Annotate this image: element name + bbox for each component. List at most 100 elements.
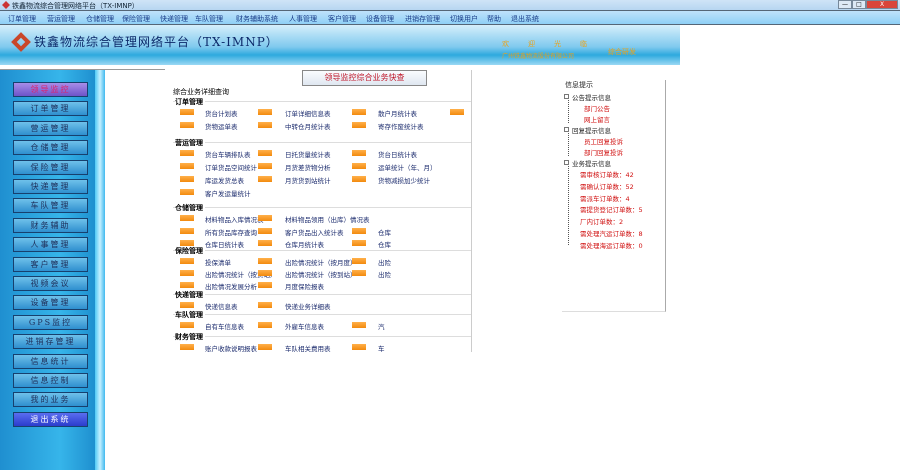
tree-item[interactable]: 需派车订单数：4 [580, 193, 630, 203]
report-icon[interactable] [258, 163, 272, 169]
sidebar-item[interactable]: 财务辅助 [13, 217, 88, 233]
report-link[interactable]: 仓库月统计表 [285, 239, 324, 249]
report-icon[interactable] [352, 322, 366, 328]
tree-item[interactable]: 部门公告 [584, 103, 610, 113]
report-icon[interactable] [180, 302, 194, 308]
report-icon[interactable] [180, 163, 194, 169]
sidebar-item[interactable]: 设备管理 [13, 295, 88, 311]
sidebar-item[interactable]: 保险管理 [13, 159, 88, 175]
report-icon[interactable] [180, 215, 194, 221]
report-icon[interactable] [258, 344, 272, 350]
report-link[interactable]: 所有货品库存查询 [205, 227, 257, 237]
report-link[interactable]: 月度保险报表 [285, 281, 324, 291]
sidebar-item[interactable]: 信息统计 [13, 353, 88, 369]
report-icon[interactable] [352, 240, 366, 246]
sidebar-item[interactable]: 领导监控 [13, 82, 88, 97]
report-icon[interactable] [352, 150, 366, 156]
menu-item[interactable]: 设备管理 [366, 14, 394, 24]
report-link[interactable]: 货物运单表 [205, 121, 238, 131]
tree-group[interactable]: 回复提示信息 [572, 125, 611, 135]
sidebar-item[interactable]: 车队管理 [13, 198, 88, 214]
report-link[interactable]: 自有车信息表 [205, 321, 244, 331]
menu-item[interactable]: 切换用户 [450, 14, 478, 24]
sidebar-item[interactable]: 营运管理 [13, 120, 88, 136]
report-link[interactable]: 货台日统计表 [378, 149, 417, 159]
report-link[interactable]: 外雇车信息表 [285, 321, 324, 331]
report-icon[interactable] [258, 109, 272, 115]
menu-item[interactable]: 财务辅助系统 [236, 14, 278, 24]
minimize-button[interactable]: — [838, 0, 852, 9]
report-icon[interactable] [352, 270, 366, 276]
report-link[interactable]: 货物减损加少统计 [378, 175, 430, 185]
report-link[interactable]: 仓库日统计表 [205, 239, 244, 249]
sidebar-item[interactable]: 订单管理 [13, 101, 88, 117]
sidebar-item[interactable]: 快递管理 [13, 179, 88, 194]
report-icon[interactable] [180, 258, 194, 264]
report-icon[interactable] [352, 163, 366, 169]
report-icon[interactable] [258, 282, 272, 288]
report-link[interactable]: 客户货品出入统计表 [285, 227, 344, 237]
sidebar-item[interactable]: GPS监控 [13, 314, 88, 330]
report-icon[interactable] [180, 322, 194, 328]
report-icon[interactable] [258, 240, 272, 246]
report-link[interactable]: 快递信息表 [205, 301, 238, 311]
report-link[interactable]: 运单统计（年、月） [378, 162, 437, 172]
sidebar-item[interactable]: 信息控制 [13, 373, 88, 388]
report-link[interactable]: 散户月统计表 [378, 108, 417, 118]
sidebar-item[interactable]: 进销存管理 [13, 334, 88, 350]
report-icon[interactable] [258, 227, 272, 234]
menu-item[interactable]: 帮助 [487, 14, 501, 24]
menu-item[interactable]: 订单管理 [8, 14, 36, 24]
sidebar-item[interactable]: 退出系统 [13, 411, 88, 427]
report-icon[interactable] [180, 109, 194, 115]
tree-item[interactable]: 需处理汽运订单数：8 [580, 228, 643, 238]
report-icon[interactable] [180, 176, 194, 182]
report-icon[interactable] [450, 109, 464, 115]
report-link[interactable]: 仓库 [378, 239, 391, 249]
report-link[interactable]: 出险情况发展分析 [205, 281, 257, 291]
report-icon[interactable] [258, 270, 272, 276]
tree-group[interactable]: 业务提示信息 [572, 158, 611, 168]
tree-item[interactable]: 需审核订单数：42 [580, 169, 634, 179]
tree-item[interactable]: 需确认订单数：52 [580, 181, 634, 191]
tree-item[interactable]: 网上留言 [584, 114, 610, 124]
menu-item[interactable]: 进销存管理 [405, 14, 440, 24]
tree-toggle-icon[interactable] [564, 160, 569, 165]
menu-item[interactable]: 仓储管理 [86, 14, 114, 24]
tree-toggle-icon[interactable] [564, 94, 569, 99]
menu-item[interactable]: 保险管理 [122, 14, 150, 24]
report-link[interactable]: 出险 [378, 269, 391, 279]
report-icon[interactable] [258, 176, 272, 182]
tree-group[interactable]: 公告提示信息 [572, 92, 611, 102]
report-link[interactable]: 汽 [378, 321, 385, 331]
report-icon[interactable] [180, 282, 194, 288]
tree-toggle-icon[interactable] [564, 127, 569, 132]
maximize-button[interactable]: □ [852, 0, 866, 9]
report-icon[interactable] [180, 150, 194, 156]
menu-item[interactable]: 客户管理 [328, 14, 356, 24]
report-link[interactable]: 中转仓月统计表 [285, 121, 331, 131]
report-link[interactable]: 仓库 [378, 227, 391, 237]
report-link[interactable]: 材料物品入库情况表 [205, 214, 264, 224]
report-link[interactable]: 月货货到站统计 [285, 175, 331, 185]
report-icon[interactable] [352, 176, 366, 182]
close-button[interactable]: X [866, 0, 898, 9]
menu-item[interactable]: 人事管理 [289, 14, 317, 24]
report-link[interactable]: 月货差货物分析 [285, 162, 331, 172]
report-link[interactable]: 车 [378, 343, 385, 352]
report-link[interactable]: 日托货量统计表 [285, 149, 331, 159]
menu-item[interactable]: 退出系统 [511, 14, 539, 24]
report-link[interactable]: 订单详细信息表 [285, 108, 331, 118]
report-link[interactable]: 出险情况统计（按月度） [285, 257, 357, 267]
report-icon[interactable] [258, 215, 272, 221]
report-icon[interactable] [180, 189, 194, 195]
sidebar-item[interactable]: 视频会议 [13, 276, 88, 291]
quick-check-button[interactable]: 领导监控综合业务快查 [302, 70, 427, 86]
report-icon[interactable] [352, 344, 366, 350]
tree-item[interactable]: 厂内订单数：2 [580, 216, 623, 226]
report-link[interactable]: 客户发运量统计 [205, 188, 251, 198]
report-link[interactable]: 寄存作废统计表 [378, 121, 424, 131]
report-icon[interactable] [258, 122, 272, 128]
report-link[interactable]: 出险情况统计（按到站） [285, 269, 357, 279]
report-icon[interactable] [180, 344, 194, 350]
